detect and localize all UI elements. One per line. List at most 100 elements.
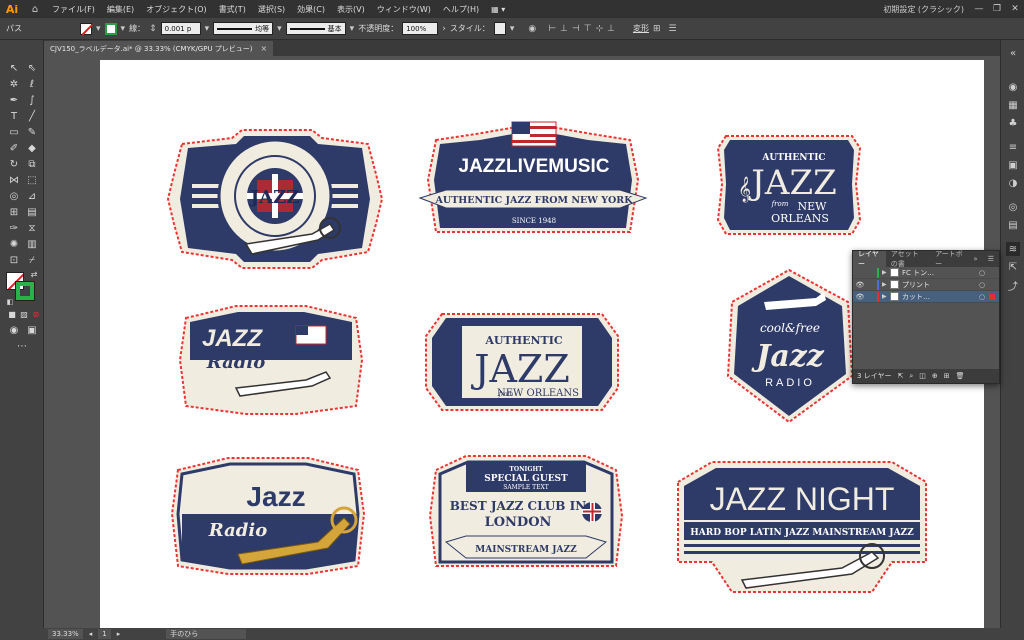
menu-view[interactable]: 表示(V) (331, 4, 371, 15)
layer-row[interactable]: 👁 ▶ カット… ○ (853, 291, 999, 303)
swatches-icon[interactable]: ▦ (1006, 98, 1020, 112)
export-layer-icon[interactable]: ⇱ (897, 372, 903, 380)
rotate-tool-icon[interactable]: ↻ (6, 156, 22, 172)
column-graph-tool-icon[interactable]: ▥ (24, 236, 40, 252)
variable-width-profile[interactable]: 均等 (213, 22, 274, 35)
tab-asset-export[interactable]: アセットの書 (886, 250, 930, 268)
label-jazz-live-music[interactable]: JAZZLIVEMUSIC AUTHENTIC JAZZ FROM NEW YO… (416, 120, 650, 248)
new-sublayer-icon[interactable]: ⊕ (932, 372, 938, 380)
type-tool-icon[interactable]: T (6, 108, 22, 124)
rectangle-tool-icon[interactable]: ▭ (6, 124, 22, 140)
target-icon[interactable]: ○ (979, 269, 989, 277)
menu-file[interactable]: ファイル(F) (46, 4, 101, 15)
transparency-icon[interactable]: ◑ (1006, 176, 1020, 190)
home-icon[interactable]: ⌂ (24, 0, 46, 18)
label-jazz-radio-2[interactable]: Jazz Radio (168, 450, 368, 582)
pen-tool-icon[interactable]: ✒ (6, 92, 22, 108)
collapse-panels-icon[interactable]: « (1006, 46, 1020, 60)
arrange-documents-icon[interactable]: ▦ ▾ (485, 5, 511, 14)
shape-builder-tool-icon[interactable]: ◎ (6, 188, 22, 204)
more-tabs-icon[interactable]: » (968, 251, 982, 267)
label-best-jazz-club[interactable]: TONIGHT SPECIAL GUEST SAMPLE TEXT BEST J… (426, 446, 626, 586)
transform-link[interactable]: 変形 (633, 23, 649, 34)
reference-point-icon[interactable]: ⊞ (653, 24, 661, 34)
selection-indicator[interactable] (989, 293, 995, 300)
label-authentic-jazz-new-orleans[interactable]: AUTHENTIC JAZZ from NEW ORLEANS 𝄞 (716, 128, 862, 242)
clipping-mask-icon[interactable]: ◫ (919, 372, 926, 380)
target-icon[interactable]: ○ (979, 293, 989, 301)
mesh-tool-icon[interactable]: ⊞ (6, 204, 22, 220)
properties-icon[interactable]: ◉ (1006, 80, 1020, 94)
stroke-stepper-icon[interactable]: ⇕ (149, 24, 157, 34)
label-cool-free-jazz-radio[interactable]: cool&free Jazz RADIO (724, 266, 854, 428)
label-authentic-jazz-center[interactable]: AUTHENTIC JAZZ from NEW ORLEANS (422, 306, 622, 420)
tab-layers[interactable]: レイヤー (853, 250, 886, 268)
direct-selection-tool-icon[interactable]: ⇖ (24, 60, 40, 76)
none-mode-icon[interactable]: ⊘ (28, 306, 44, 322)
magic-wand-tool-icon[interactable]: ✲ (6, 76, 22, 92)
menu-select[interactable]: 選択(S) (252, 4, 291, 15)
close-icon[interactable]: ✕ (1006, 4, 1024, 14)
stroke-weight-input[interactable]: 0.001 p (160, 22, 201, 35)
symbol-sprayer-tool-icon[interactable]: ✺ (6, 236, 22, 252)
scale-tool-icon[interactable]: ⧉ (24, 156, 40, 172)
maximize-icon[interactable]: ❐ (988, 4, 1006, 14)
eyedropper-tool-icon[interactable]: ✑ (6, 220, 22, 236)
symbols-icon[interactable]: ♣ (1006, 116, 1020, 130)
graphic-style-swatch[interactable] (493, 22, 506, 35)
layer-name[interactable]: FC トン… (902, 268, 979, 278)
align-left-icon[interactable]: ⊢ (548, 24, 556, 34)
stroke-color-swatch[interactable] (15, 281, 35, 301)
layer-name[interactable]: プリント (902, 280, 979, 290)
recolor-icon[interactable]: ◉ (528, 24, 536, 34)
eraser-tool-icon[interactable]: ◆ (24, 140, 40, 156)
expand-arrow-icon[interactable]: ▶ (882, 293, 890, 300)
label-jazz-night[interactable]: JAZZ NIGHT HARD BOP LATIN JAZZ MAINSTREA… (672, 452, 932, 602)
appearance-icon[interactable]: ◎ (1006, 200, 1020, 214)
selection-tool-icon[interactable]: ↖ (6, 60, 22, 76)
menu-help[interactable]: ヘルプ(H) (437, 4, 485, 15)
align-middle-icon[interactable]: ⊹ (596, 24, 604, 34)
tab-artboards[interactable]: アートボー (930, 250, 968, 268)
lasso-tool-icon[interactable]: ℓ (24, 76, 40, 92)
expand-arrow-icon[interactable]: ▶ (882, 281, 890, 288)
menu-effect[interactable]: 効果(C) (291, 4, 331, 15)
draw-mode-icon[interactable]: ◉ (6, 322, 22, 338)
menu-edit[interactable]: 編集(E) (101, 4, 140, 15)
panel-menu-icon[interactable]: ☰ (983, 251, 999, 267)
perspective-grid-tool-icon[interactable]: ⊿ (24, 188, 40, 204)
align-bottom-icon[interactable]: ⊥ (607, 24, 615, 34)
next-artboard-icon[interactable]: ▸ (117, 630, 121, 638)
layer-row[interactable]: ▶ FC トン… ○ (853, 267, 999, 279)
expand-arrow-icon[interactable]: ▶ (882, 269, 890, 276)
workspace-switcher[interactable]: 初期設定 (クラシック) (877, 4, 970, 15)
align-top-icon[interactable]: ⊤ (584, 24, 592, 34)
opacity-input[interactable]: 100% (402, 22, 439, 35)
width-tool-icon[interactable]: ⋈ (6, 172, 22, 188)
shaper-tool-icon[interactable]: ✐ (6, 140, 22, 156)
stroke-swatch-control[interactable] (104, 22, 117, 35)
stroke-panel-icon[interactable]: ≡ (1006, 140, 1020, 154)
curvature-tool-icon[interactable]: ∫ (24, 92, 40, 108)
minimize-icon[interactable]: — (970, 4, 988, 14)
opacity-label[interactable]: 不透明度： (358, 23, 398, 34)
gradient-panel-icon[interactable]: ▣ (1006, 158, 1020, 172)
fill-swatch-control[interactable] (80, 22, 92, 35)
label-jazz-emblem[interactable]: JAZZ (162, 124, 388, 276)
eye-icon[interactable]: 👁 (853, 293, 867, 301)
edit-toolbar-icon[interactable]: ⋯ (14, 338, 30, 354)
control-menu-icon[interactable]: ☰ (669, 24, 677, 34)
artboard-number[interactable]: 1 (98, 629, 111, 639)
export-icon[interactable]: ⇱ (1006, 260, 1020, 274)
gradient-tool-icon[interactable]: ▤ (24, 204, 40, 220)
screen-mode-icon[interactable]: ▣ (24, 322, 40, 338)
line-tool-icon[interactable]: ╱ (24, 108, 40, 124)
layer-name[interactable]: カット… (902, 292, 979, 302)
layer-row[interactable]: 👁 ▶ プリント ○ (853, 279, 999, 291)
swap-colors-icon[interactable]: ⇄ (26, 266, 42, 282)
menu-type[interactable]: 書式(T) (213, 4, 252, 15)
new-layer-icon[interactable]: ⊞ (944, 372, 950, 380)
align-center-icon[interactable]: ⊥ (560, 24, 568, 34)
zoom-level[interactable]: 33.33% (48, 629, 83, 639)
paintbrush-tool-icon[interactable]: ✎ (24, 124, 40, 140)
